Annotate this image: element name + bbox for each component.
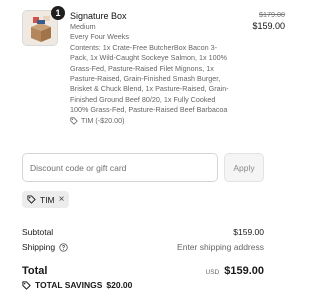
applied-code-label: TIM: [40, 194, 55, 205]
total-amount: $159.00: [224, 265, 264, 277]
savings-label: TOTAL SAVINGS: [35, 280, 103, 290]
tag-icon: [27, 195, 36, 204]
subtotal-value: $159.00: [233, 227, 264, 237]
product-name: Signature Box: [70, 11, 127, 21]
product-variant: Medium: [70, 22, 96, 31]
close-icon[interactable]: ×: [59, 194, 65, 205]
subtotal-row: Subtotal $159.00: [22, 227, 264, 237]
line-prices: $179.00 $159.00: [252, 10, 285, 32]
tag-icon: [70, 117, 78, 125]
line-discount: TIM (-$20.00): [70, 116, 230, 126]
tag-icon: [22, 280, 31, 290]
product-thumbnail-wrap: 1: [22, 6, 65, 46]
shipping-row: Shipping Enter shipping address: [22, 242, 264, 252]
cart-line-item: 1 Signature Box Medium Every Four Weeks …: [22, 6, 292, 144]
total-label: Total: [22, 265, 48, 277]
currency-code: USD: [205, 269, 220, 276]
apply-button[interactable]: Apply: [224, 153, 264, 182]
product-info: Signature Box Medium Every Four Weeks Co…: [70, 8, 230, 126]
savings-value: $20.00: [106, 280, 133, 290]
total-amount-group: USD $159.00: [206, 265, 265, 277]
product-frequency: Every Four Weeks: [70, 32, 129, 42]
applied-discount-chip: TIM ×: [22, 191, 70, 208]
line-discount-text: TIM (-$20.00): [81, 115, 125, 125]
shipping-label-group: Shipping: [22, 242, 68, 252]
discount-form: Apply: [22, 153, 264, 183]
discount-code-input[interactable]: [22, 153, 218, 182]
product-contents: Contents: 1x Crate-Free ButcherBox Bacon…: [70, 42, 229, 115]
total-savings: TOTAL SAVINGS $20.00: [22, 280, 132, 290]
subtotal-label: Subtotal: [22, 227, 54, 237]
quantity-badge: 1: [51, 6, 65, 20]
shipping-value: Enter shipping address: [177, 242, 264, 252]
total-row: Total USD $159.00: [22, 265, 264, 277]
help-circle-icon[interactable]: [59, 242, 68, 252]
shipping-label: Shipping: [22, 242, 56, 252]
compare-at-price: $179.00: [259, 10, 285, 19]
line-price: $159.00: [252, 21, 285, 31]
